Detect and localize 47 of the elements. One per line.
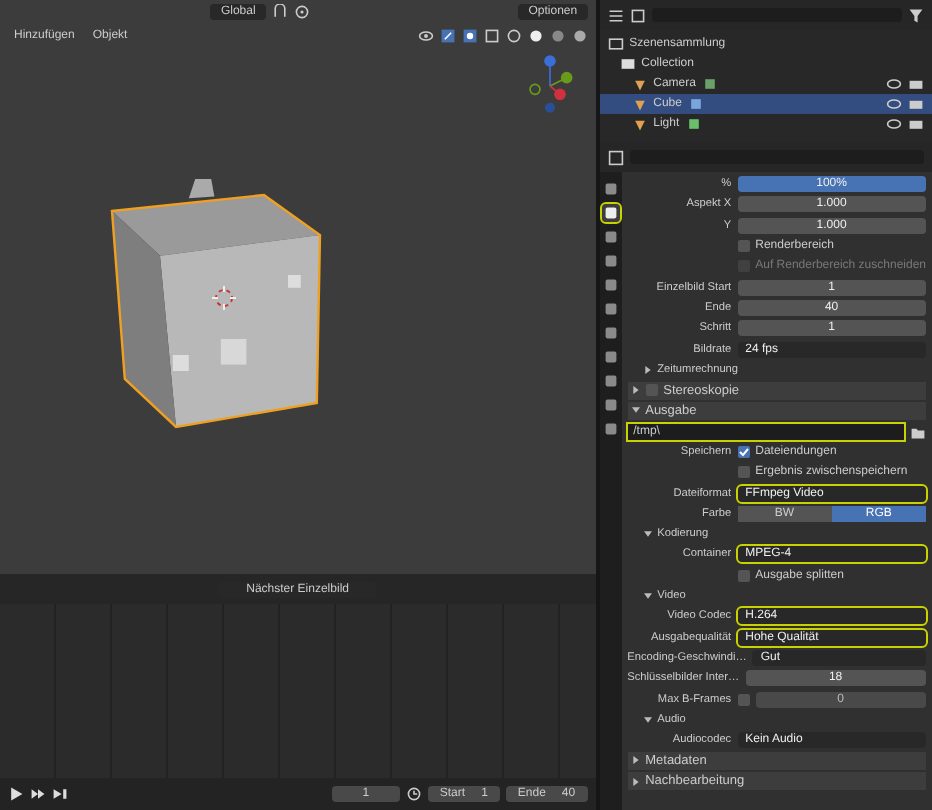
property-tab-icon[interactable]: [601, 324, 620, 342]
property-tab-icon[interactable]: [601, 372, 620, 390]
solid-shading-icon[interactable]: [527, 28, 544, 44]
property-tab-icon[interactable]: [601, 204, 620, 222]
play-icon[interactable]: [8, 786, 24, 802]
scene-collection-icon: [607, 36, 624, 52]
overlay-toggle-icon[interactable]: [461, 28, 478, 44]
editor-type-icon[interactable]: [607, 7, 624, 23]
folder-icon[interactable]: [910, 423, 926, 440]
step-icon[interactable]: [30, 786, 46, 802]
checkbox[interactable]: [645, 384, 658, 397]
collapse-icon[interactable]: [631, 406, 640, 415]
checkbox[interactable]: [737, 693, 750, 706]
collection-icon: [619, 56, 636, 72]
property-tab-icon[interactable]: [601, 348, 620, 366]
collapse-icon[interactable]: [643, 715, 652, 724]
property-tab-icon[interactable]: [601, 228, 620, 246]
editor-type-icon[interactable]: [607, 149, 624, 165]
property-tab-icon[interactable]: [601, 300, 620, 318]
proportional-edit-icon[interactable]: [293, 4, 310, 20]
rendered-shading-icon[interactable]: [571, 28, 588, 44]
snap-icon[interactable]: [271, 4, 288, 20]
expand-icon[interactable]: [643, 365, 652, 374]
property-tab-icon[interactable]: [601, 252, 620, 270]
property-tab-icon[interactable]: [601, 420, 620, 438]
filter-icon[interactable]: [908, 7, 924, 23]
visibility-icon[interactable]: [417, 28, 434, 44]
checkbox[interactable]: [737, 446, 750, 458]
expand-icon[interactable]: [631, 756, 640, 765]
property-tab-icon[interactable]: [601, 396, 620, 414]
clock-icon[interactable]: [405, 786, 422, 802]
display-mode-icon[interactable]: [629, 7, 646, 23]
property-tab-icon[interactable]: [601, 180, 620, 198]
expand-icon[interactable]: [631, 386, 640, 395]
collapse-icon[interactable]: [643, 592, 652, 601]
collapse-icon[interactable]: [643, 530, 652, 539]
checkbox[interactable]: [737, 466, 750, 479]
property-tab-icon[interactable]: [601, 276, 620, 294]
jump-end-icon[interactable]: [52, 786, 68, 802]
wireframe-shading-icon[interactable]: [505, 28, 522, 44]
gizmo-toggle-icon[interactable]: [439, 28, 456, 44]
slider-fill[interactable]: [737, 176, 926, 193]
checkbox[interactable]: [737, 240, 750, 253]
xray-icon[interactable]: [483, 28, 500, 44]
3d-cursor-icon: [212, 286, 236, 310]
expand-icon[interactable]: [631, 777, 640, 786]
checkbox[interactable]: [737, 569, 750, 582]
